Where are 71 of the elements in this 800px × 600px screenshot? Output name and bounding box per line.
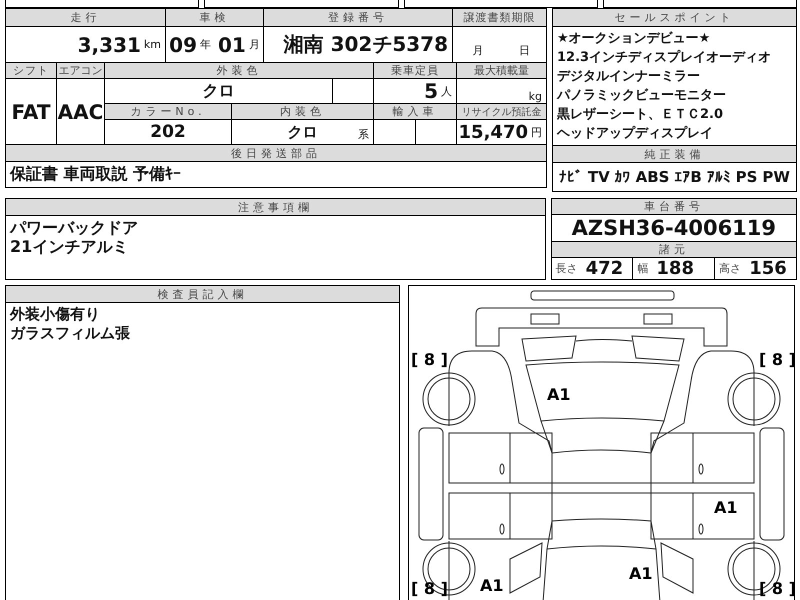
dimension-label: 幅: [637, 261, 648, 276]
equipment-item: ｱﾙﾐ: [706, 168, 731, 186]
column-header: 登録番号: [264, 9, 452, 26]
unit-label: 系: [358, 127, 369, 142]
chassis-number: AZSH36-4006119: [572, 216, 776, 240]
unit-label: kg: [528, 90, 542, 103]
dimension-value: 472: [586, 258, 624, 279]
exterior-color-value: クロ: [202, 80, 234, 102]
column-header: 譲渡書類期限: [453, 9, 546, 26]
unit-label: km: [144, 38, 161, 51]
column-header: 乗車定員: [374, 63, 456, 78]
sales-point-line: デジタルインナーミラー: [557, 68, 701, 86]
note-line: パワーバックドア: [10, 218, 139, 237]
unit-label: 日: [518, 43, 530, 58]
recycling-deposit-value: 15,470: [458, 122, 528, 142]
column-header: 輸入車: [374, 104, 456, 119]
unit-label: 月: [472, 43, 484, 58]
equipment-item: TV: [588, 168, 610, 186]
unit-label: 年: [200, 37, 212, 52]
column-header: 注意事項欄: [6, 199, 545, 215]
column-header: 検査員記入欄: [6, 286, 399, 302]
inspection-month: 01: [218, 32, 246, 56]
equipment-item: PS: [736, 168, 758, 186]
column-header: 諸元: [552, 242, 796, 257]
sales-point-line: 黒レザーシート、ＥＴＣ2.0: [557, 106, 724, 124]
equipment-item: ｶﾜ: [614, 168, 631, 186]
unit-label: 月: [248, 37, 260, 52]
sales-point-line: 12.3インチディスプレイオーディオ: [557, 48, 772, 67]
column-header: シフト: [6, 63, 56, 78]
color-number-value: 202: [150, 122, 186, 142]
note-line: 21インチアルミ: [10, 237, 130, 256]
column-header: 純正装備: [553, 146, 796, 162]
damage-code: A1: [480, 576, 504, 595]
equipment-item: PW: [762, 168, 790, 186]
column-header: セールスポイント: [553, 9, 796, 26]
equipment-item: ﾅﾋﾞ: [559, 168, 583, 186]
unit-label: 人: [441, 84, 452, 98]
dimension-label: 高さ: [719, 261, 742, 276]
inspector-note-line: 外装小傷有り: [10, 305, 101, 324]
column-header: 最大積載量: [457, 63, 546, 78]
equipment-item: ABS: [636, 168, 670, 186]
column-header: 外装色: [105, 63, 373, 78]
sales-point-line: ★オークションデビュー★: [557, 30, 712, 48]
equipment-item: ｴｱB: [674, 168, 702, 186]
mileage-value: 3,331: [78, 32, 141, 56]
damage-code: A1: [547, 385, 571, 404]
sales-point-line: ヘッドアップディスプレイ: [557, 124, 714, 143]
damage-code: A1: [629, 564, 653, 583]
column-header: 走行: [6, 9, 165, 26]
column-header: 後日発送部品: [6, 145, 546, 161]
column-header: カラーNo.: [105, 104, 231, 119]
column-header: エアコン: [57, 63, 104, 78]
dimension-label: 長さ: [556, 261, 578, 276]
sales-point-line: パノラミックビューモニター: [557, 87, 727, 105]
later-items-value: 保証書 車両取説 予備ｷｰ: [10, 164, 182, 185]
interior-color-value: クロ: [288, 122, 318, 142]
column-header: 車検: [166, 9, 263, 26]
column-header: 内装色: [232, 104, 373, 119]
shift-value: FAT: [12, 100, 50, 124]
column-header: 車台番号: [552, 199, 796, 214]
inspection-year: 09: [169, 32, 198, 56]
tire-tread-reading: [ 8 ]: [411, 350, 448, 369]
damage-code: A1: [714, 498, 738, 517]
unit-label: 円: [531, 124, 542, 140]
capacity-value: 5: [424, 79, 438, 103]
inspector-note-line: ガラスフィルム張: [10, 324, 131, 343]
air-conditioning-value: AAC: [58, 100, 104, 124]
registration-number: 湘南 302チ5378: [284, 31, 448, 58]
dimension-value: 156: [749, 258, 787, 279]
dimension-value: 188: [656, 258, 694, 279]
column-header: リサイクル預託金: [457, 104, 546, 119]
